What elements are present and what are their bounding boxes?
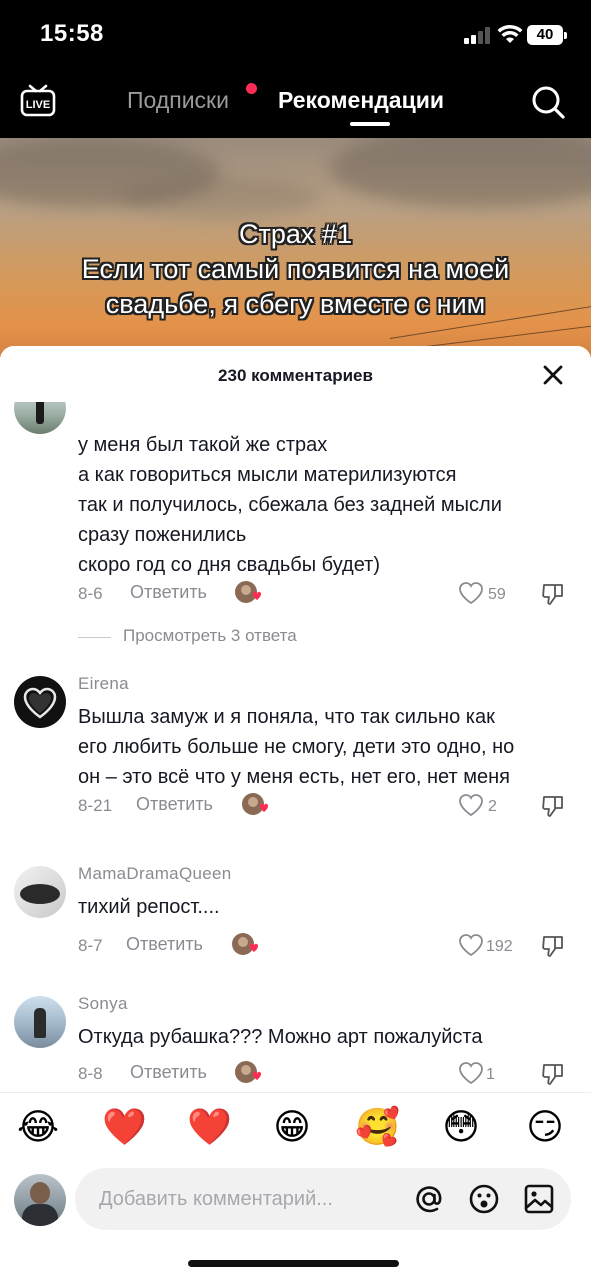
comment-date: 8-7 xyxy=(78,936,103,955)
status-bar: 15:58 40 xyxy=(0,0,591,70)
comment-line: так и получилось, сбежала без задней мыс… xyxy=(78,494,502,516)
top-navigation: LIVE Подписки Рекомендации xyxy=(0,70,591,138)
comment-meta: 8-21 Ответить 2 xyxy=(78,792,578,820)
comment-item: Sonya Откуда рубашка??? Можно арт пожалу… xyxy=(0,986,591,1088)
like-count: 2 xyxy=(488,798,497,815)
comment-line: Откуда рубашка??? Можно арт пожалуйста xyxy=(78,1026,483,1048)
comment-meta: 8-6 Ответить 59 xyxy=(78,580,578,608)
dislike-icon[interactable] xyxy=(541,582,565,606)
comment-username[interactable]: Sonya xyxy=(78,994,128,1014)
comments-count-title: 230 комментариев xyxy=(218,366,373,385)
comment-item: у меня был такой же страх а как говорить… xyxy=(0,402,591,652)
comment-line: сразу поженились xyxy=(78,524,247,546)
comment-line: а как говориться мысли материлизуются xyxy=(78,464,457,486)
video-caption-line-1: Страх #1 xyxy=(239,219,352,249)
svg-text:LIVE: LIVE xyxy=(26,99,50,111)
emoji-grinning[interactable]: 😁 xyxy=(271,1107,313,1149)
heart-outline-icon xyxy=(459,934,483,957)
creator-liked-avatar-icon xyxy=(232,933,258,955)
cellular-signal-icon xyxy=(464,27,490,44)
like-button[interactable]: 192 xyxy=(458,933,528,959)
comment-line: Вышла замуж и я поняла, что так сильно к… xyxy=(78,706,495,728)
view-replies-label: Просмотреть 3 ответа xyxy=(123,626,297,645)
search-icon[interactable] xyxy=(530,84,566,120)
heart-outline-icon xyxy=(459,582,483,605)
dislike-icon[interactable] xyxy=(541,1062,565,1086)
emoji-red-heart[interactable]: ❤️ xyxy=(187,1107,232,1149)
active-tab-indicator xyxy=(350,122,390,126)
notification-dot xyxy=(246,83,257,94)
video-caption-line-2: Если тот самый появится на моей xyxy=(81,254,510,284)
close-icon[interactable] xyxy=(541,363,565,387)
wifi-icon xyxy=(497,24,523,43)
emoji-icon[interactable] xyxy=(468,1183,500,1215)
status-time: 15:58 xyxy=(40,20,104,47)
heart-outline-icon xyxy=(459,1062,483,1085)
video-player[interactable]: Страх #1 Если тот самый появится на моей… xyxy=(0,138,591,378)
dislike-icon[interactable] xyxy=(541,934,565,958)
comment-text: Вышла замуж и я поняла, что так сильно к… xyxy=(78,702,558,792)
image-icon[interactable] xyxy=(523,1183,555,1215)
tab-for-you[interactable]: Рекомендации xyxy=(278,87,444,114)
reply-button[interactable]: Ответить xyxy=(130,1062,207,1083)
like-button[interactable]: 1 xyxy=(458,1061,518,1087)
battery-indicator: 40 xyxy=(527,25,567,45)
live-tv-icon[interactable]: LIVE xyxy=(20,82,56,118)
creator-liked-avatar-icon xyxy=(235,581,261,603)
emoji-smiling-hearts[interactable]: 🥰 xyxy=(355,1107,400,1149)
comment-line: скоро год со дня свадьбы будет) xyxy=(78,554,380,576)
heart-avatar-icon xyxy=(23,687,57,719)
comment-item: MamaDramaQueen тихий репост.... 8-7 Отве… xyxy=(0,856,591,966)
comment-item: Eirena Вышла замуж и я поняла, что так с… xyxy=(0,666,591,836)
comment-line: тихий репост.... xyxy=(78,896,220,918)
comment-text: у меня был такой же страх а как говорить… xyxy=(78,430,558,580)
like-count: 192 xyxy=(486,938,513,955)
avatar[interactable] xyxy=(14,866,66,918)
add-comment-input[interactable]: Добавить комментарий... xyxy=(75,1168,571,1230)
comments-header: 230 комментариев xyxy=(0,346,591,402)
comment-meta: 8-8 Ответить 1 xyxy=(78,1060,578,1088)
comment-input-row: Добавить комментарий... xyxy=(0,1164,591,1244)
comment-text: тихий репост.... xyxy=(78,892,558,922)
comment-line: его любить больше не смогу, дети это одн… xyxy=(78,736,515,758)
comment-meta: 8-7 Ответить 192 xyxy=(78,932,578,960)
reply-button[interactable]: Ответить xyxy=(126,934,203,955)
emoji-quick-bar: 😂 ❤️ ❤️ 😁 🥰 😳 😏 xyxy=(0,1092,591,1164)
emoji-flushed[interactable]: 😳 xyxy=(440,1107,482,1149)
like-count: 1 xyxy=(486,1066,495,1083)
avatar[interactable] xyxy=(14,996,66,1048)
emoji-red-heart[interactable]: ❤️ xyxy=(102,1107,147,1149)
divider-line xyxy=(78,637,111,638)
at-icon[interactable] xyxy=(413,1183,445,1215)
comment-input-placeholder: Добавить комментарий... xyxy=(99,1188,333,1210)
avatar[interactable] xyxy=(14,402,66,434)
comment-line: у меня был такой же страх xyxy=(78,434,328,456)
comment-date: 8-6 xyxy=(78,584,103,603)
emoji-smirk[interactable]: 😏 xyxy=(524,1107,566,1149)
dislike-icon[interactable] xyxy=(541,794,565,818)
like-count: 59 xyxy=(488,586,506,603)
comment-date: 8-21 xyxy=(78,796,113,815)
comment-text: Откуда рубашка??? Можно арт пожалуйста xyxy=(78,1022,558,1052)
current-user-avatar[interactable] xyxy=(14,1174,66,1226)
creator-liked-avatar-icon xyxy=(242,793,268,815)
comment-line: он – это всё что у меня есть, нет его, н… xyxy=(78,766,510,788)
comment-username[interactable]: MamaDramaQueen xyxy=(78,864,231,884)
video-caption-line-3: свадьбе, я сбегу вместе с ним xyxy=(105,289,486,319)
reply-button[interactable]: Ответить xyxy=(136,794,213,815)
tab-following[interactable]: Подписки xyxy=(127,87,229,114)
comment-username[interactable]: Eirena xyxy=(78,674,129,694)
creator-liked-avatar-icon xyxy=(235,1061,261,1083)
like-button[interactable]: 2 xyxy=(458,793,518,819)
like-button[interactable]: 59 xyxy=(458,581,518,607)
comment-date: 8-8 xyxy=(78,1064,103,1083)
comment-list[interactable]: у меня был такой же страх а как говорить… xyxy=(0,402,591,1088)
reply-button[interactable]: Ответить xyxy=(130,582,207,603)
heart-outline-icon xyxy=(459,794,483,817)
home-indicator xyxy=(188,1260,399,1267)
avatar[interactable] xyxy=(14,676,66,728)
emoji-tears-of-joy[interactable]: 😂 xyxy=(17,1107,59,1149)
